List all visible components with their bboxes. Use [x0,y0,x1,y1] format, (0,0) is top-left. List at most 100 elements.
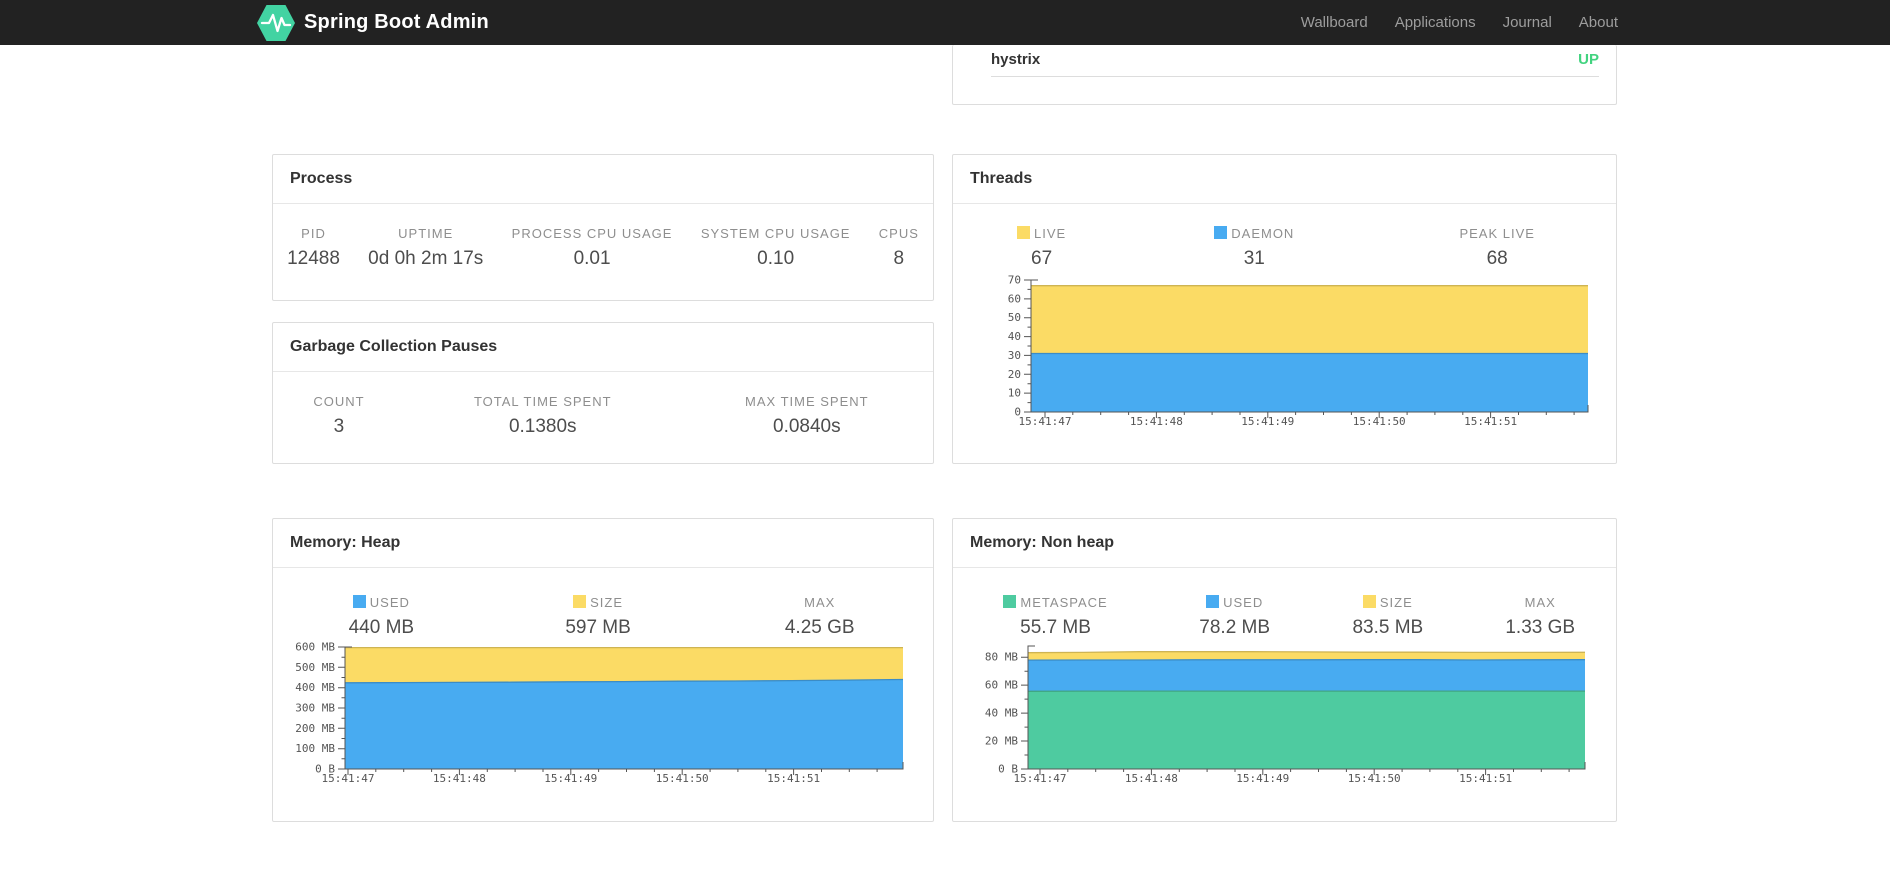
memory-heap-card: Memory: Heap USED 440 MB SIZE 597 MB MAX… [272,518,934,822]
svg-text:15:41:50: 15:41:50 [1353,415,1406,428]
svg-text:60 MB: 60 MB [985,679,1018,692]
stat: SIZE 83.5 MB [1311,595,1464,639]
nav-item[interactable]: Journal [1503,14,1552,31]
svg-text:200 MB: 200 MB [295,722,335,735]
application-row[interactable]: hystrix UP [953,45,1616,76]
stat: USED 440 MB [273,595,490,639]
stat-value: 4.25 GB [784,617,855,638]
legend-swatch [573,595,587,608]
stat-label: MAX [1524,595,1556,610]
stat-label: METASPACE [967,595,1144,610]
memory-nonheap-card-title: Memory: Non heap [953,519,1616,568]
stat-label: COUNT [313,394,365,409]
svg-text:15:41:51: 15:41:51 [767,772,820,785]
stat-value: 83.5 MB [1352,617,1424,638]
stat-label: PROCESS CPU USAGE [511,226,673,241]
svg-text:100 MB: 100 MB [295,742,335,755]
process-stats: PID 12488 UPTIME 0d 0h 2m 17s PROCESS CP… [273,226,933,270]
stat-label: MAX TIME SPENT [745,394,869,409]
stat-label: PID [301,226,326,241]
stat-value: 0.10 [757,248,795,269]
stat-value: 0.01 [573,248,611,269]
svg-text:50: 50 [1008,311,1021,324]
memory-nonheap-card: Memory: Non heap METASPACE 55.7 MB USED … [952,518,1617,822]
stat-value: 67 [1031,248,1053,269]
stat-label: SIZE [1325,595,1450,610]
stat-value: 597 MB [565,617,631,638]
stat-value: 1.33 GB [1505,617,1576,638]
stat: COUNT 3 [273,394,405,438]
stat: PID 12488 [273,226,354,270]
threads-card: Threads LIVE 67 DAEMON 31 PEAK LIVE 68 0… [952,154,1617,464]
svg-text:15:41:49: 15:41:49 [544,772,597,785]
stat: TOTAL TIME SPENT 0.1380s [405,394,681,438]
brand-link[interactable]: Spring Boot Admin [257,4,489,42]
svg-text:600 MB: 600 MB [295,641,335,654]
stat-value: 31 [1243,248,1265,269]
stat-value: 12488 [287,248,340,269]
svg-text:15:41:50: 15:41:50 [656,772,709,785]
stat: MAX TIME SPENT 0.0840s [681,394,933,438]
stat-label: USED [287,595,476,610]
application-name: hystrix [991,51,1041,68]
svg-text:15:41:49: 15:41:49 [1241,415,1294,428]
svg-text:60: 60 [1008,292,1021,305]
row-divider [991,76,1599,77]
process-card-title: Process [273,155,933,204]
stat-label: SIZE [504,595,693,610]
svg-text:80 MB: 80 MB [985,651,1018,664]
stat-label: TOTAL TIME SPENT [473,394,612,409]
svg-text:15:41:47: 15:41:47 [1014,772,1067,785]
stat-value: 78.2 MB [1199,617,1271,638]
legend-swatch [1362,595,1376,608]
svg-text:15:41:51: 15:41:51 [1464,415,1517,428]
nav-item[interactable]: About [1579,14,1618,31]
stat-label: USED [1172,595,1297,610]
legend-swatch [1003,595,1017,608]
memory-heap-card-title: Memory: Heap [273,519,933,568]
stat-label: MAX [804,595,836,610]
navbar: Spring Boot Admin Wallboard Applications J… [0,0,1890,45]
gc-pauses-card: Garbage Collection Pauses COUNT 3 TOTAL … [272,322,934,464]
svg-text:40: 40 [1008,330,1021,343]
gc-stats: COUNT 3 TOTAL TIME SPENT 0.1380s MAX TIM… [273,394,933,438]
status-badge: UP [1578,51,1599,68]
stat: USED 78.2 MB [1158,595,1311,639]
brand-title: Spring Boot Admin [304,11,489,33]
threads-legend-stats: LIVE 67 DAEMON 31 PEAK LIVE 68 [953,226,1616,270]
svg-text:15:41:47: 15:41:47 [322,772,375,785]
stat-label: CPUS [878,226,919,241]
stat: LIVE 67 [953,226,1130,270]
stat-value: 55.7 MB [1020,617,1091,638]
legend-swatch [1017,226,1031,239]
stat-label: PEAK LIVE [1459,226,1535,241]
stat: DAEMON 31 [1130,226,1378,270]
legend-swatch [1214,226,1228,239]
stat-label: LIVE [967,226,1116,241]
svg-text:500 MB: 500 MB [295,661,335,674]
svg-text:40 MB: 40 MB [985,707,1018,720]
stat-label: DAEMON [1144,226,1364,241]
svg-text:15:41:48: 15:41:48 [1125,772,1178,785]
stat: SIZE 597 MB [490,595,707,639]
svg-text:0 B: 0 B [315,763,335,776]
svg-text:15:41:47: 15:41:47 [1019,415,1072,428]
spring-boot-admin-logo-icon [257,4,295,41]
stat-value: 68 [1486,248,1508,269]
stat-label: SYSTEM CPU USAGE [700,226,851,241]
svg-text:15:41:49: 15:41:49 [1236,772,1289,785]
legend-swatch [1206,595,1220,608]
svg-text:20: 20 [1008,368,1021,381]
memory-heap-legend-stats: USED 440 MB SIZE 597 MB MAX 4.25 GB [273,595,933,639]
stat-value: 0.0840s [773,416,841,437]
nav-item[interactable]: Applications [1395,14,1476,31]
memory-nonheap-legend-stats: METASPACE 55.7 MB USED 78.2 MB SIZE 83.5… [953,595,1616,639]
stat: CPUS 8 [865,226,933,270]
svg-text:400 MB: 400 MB [295,681,335,694]
gc-card-title: Garbage Collection Pauses [273,323,933,372]
svg-text:15:41:48: 15:41:48 [433,772,486,785]
nav-item[interactable]: Wallboard [1301,14,1368,31]
threads-card-title: Threads [953,155,1616,204]
svg-text:0: 0 [1014,406,1021,419]
svg-text:10: 10 [1008,387,1021,400]
